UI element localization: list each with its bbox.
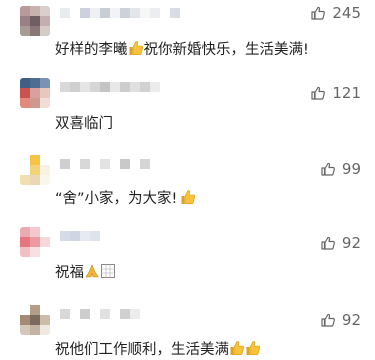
comment-text: 双喜临门	[55, 116, 113, 132]
like-button[interactable]: 245	[310, 4, 361, 22]
thumbs-up-emoji	[229, 340, 245, 360]
comment-text-part: 祝他们工作顺利，生活美满	[55, 342, 229, 358]
like-count: 92	[341, 234, 361, 252]
avatar[interactable]	[20, 227, 50, 257]
unknown-glyph-icon	[100, 263, 116, 283]
like-button[interactable]: 92	[320, 234, 361, 252]
thumbs-up-outline-icon	[320, 312, 336, 328]
avatar[interactable]	[20, 6, 50, 36]
comment-text-part: 祝福	[55, 265, 84, 281]
like-count: 92	[341, 311, 361, 329]
like-count: 121	[332, 84, 361, 102]
like-button[interactable]: 121	[310, 84, 361, 102]
comment-text: 祝福	[55, 261, 116, 283]
comment-text: “舍”小家，为大家!	[55, 187, 196, 209]
comment-text: 好样的李曦 祝你新婚快乐，生活美满!	[55, 38, 309, 60]
comment-text-part: 好样的李曦	[55, 42, 128, 58]
avatar[interactable]	[20, 155, 50, 185]
comment-text-part: 祝你新婚快乐，生活美满!	[143, 42, 309, 58]
like-count: 245	[332, 4, 361, 22]
username-blurred[interactable]	[60, 159, 150, 169]
avatar[interactable]	[20, 305, 50, 335]
thumbs-up-outline-icon	[320, 161, 336, 177]
like-button[interactable]: 92	[320, 311, 361, 329]
thumbs-up-outline-icon	[310, 85, 326, 101]
folded-hands-emoji	[84, 263, 100, 283]
thumbs-up-outline-icon	[320, 235, 336, 251]
like-button[interactable]: 99	[320, 160, 361, 178]
username-blurred[interactable]	[60, 82, 160, 92]
comment-text-part: “舍”小家，为大家!	[55, 191, 178, 207]
like-count: 99	[341, 160, 361, 178]
avatar[interactable]	[20, 78, 50, 108]
comment-text: 祝他们工作顺利，生活美满	[55, 338, 261, 360]
username-blurred[interactable]	[60, 231, 100, 241]
thumbs-up-emoji	[245, 340, 261, 360]
username-blurred[interactable]	[60, 309, 140, 319]
thumbs-up-emoji	[128, 40, 144, 60]
thumbs-up-emoji	[180, 189, 196, 209]
thumbs-up-outline-icon	[310, 5, 326, 21]
username-blurred[interactable]	[60, 8, 180, 18]
